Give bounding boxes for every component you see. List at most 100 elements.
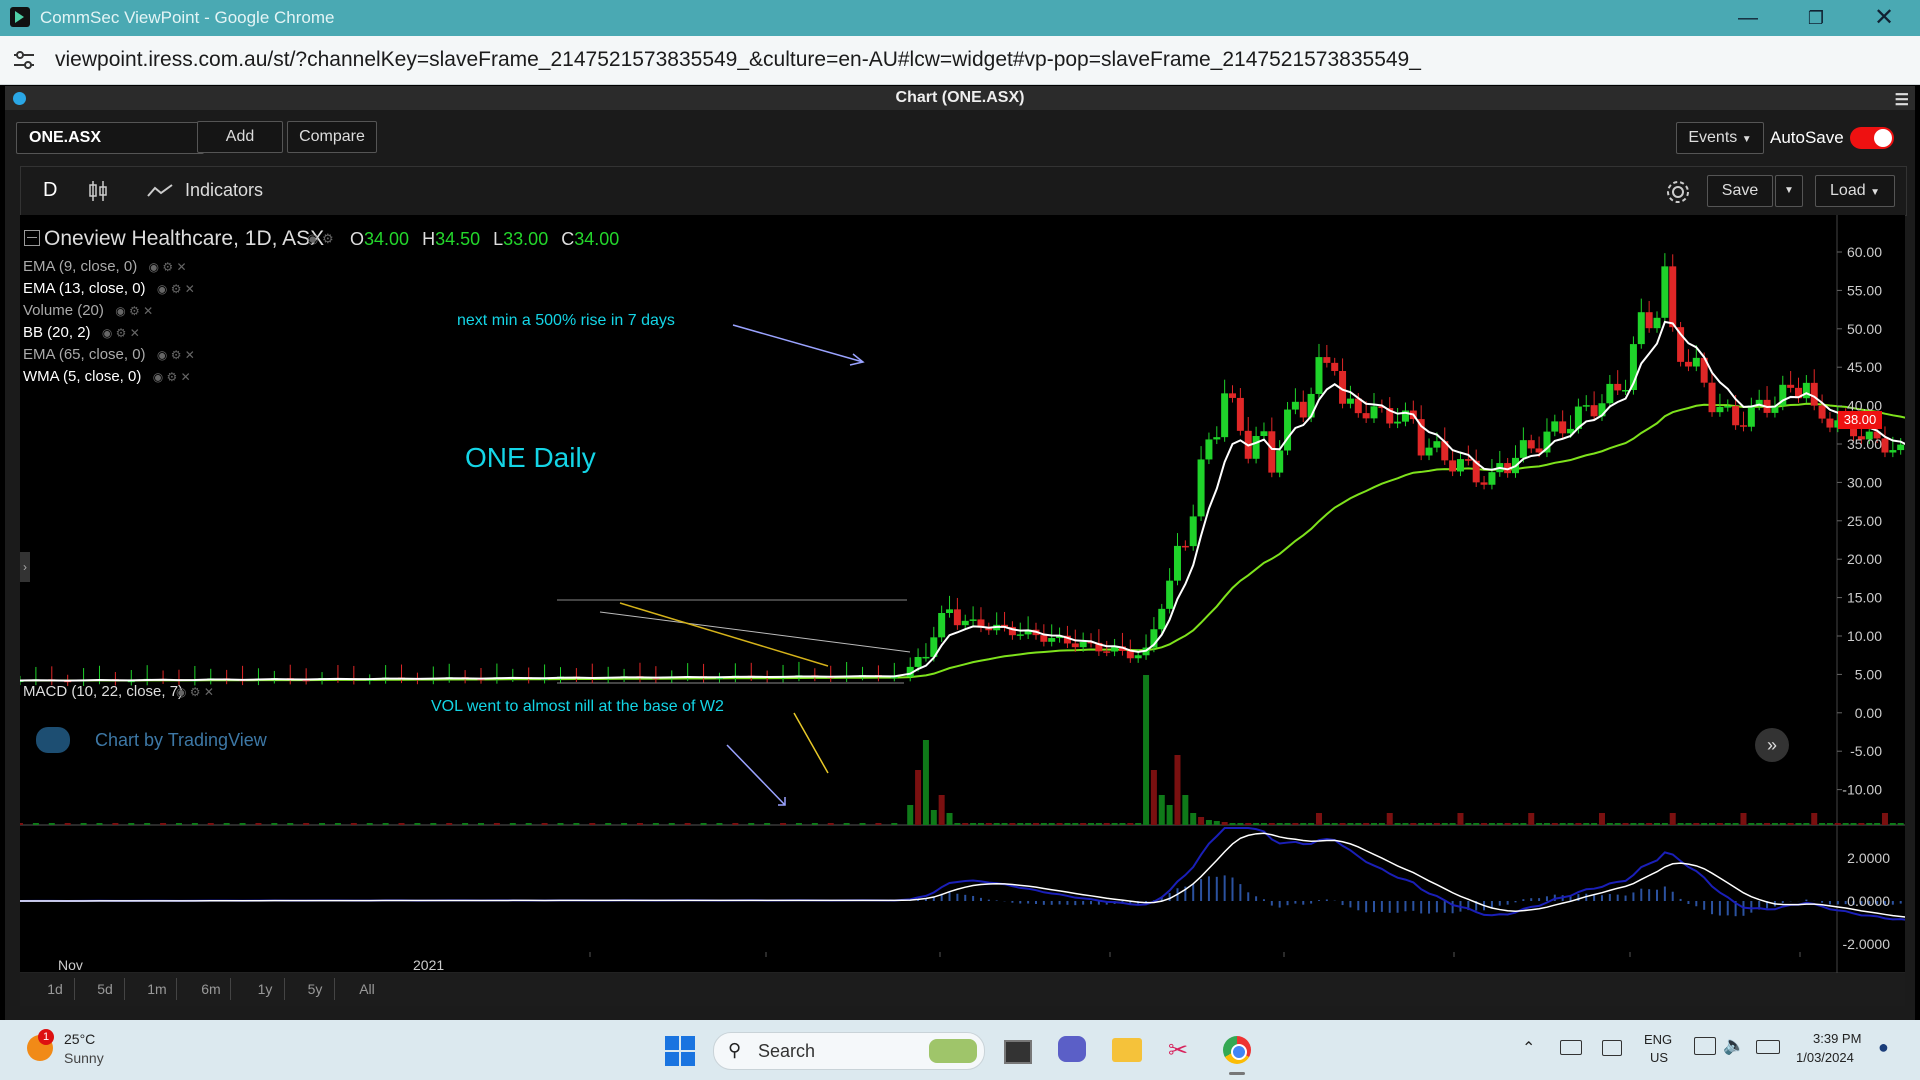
volume-bar <box>1473 823 1480 825</box>
keyboard-icon[interactable] <box>1560 1040 1582 1055</box>
chart-canvas[interactable]: 60.00 55.00 50.00 45.00 40.00 35.00 30.00 25.00… <box>20 215 1905 973</box>
volume-bar <box>1834 823 1841 825</box>
task-view-icon[interactable] <box>1004 1040 1032 1064</box>
candle-body <box>1826 418 1834 428</box>
volume-bar <box>1213 821 1220 825</box>
study-label: Volume (20) <box>23 302 104 319</box>
volume-bar <box>1504 823 1511 825</box>
app-icon <box>10 7 30 27</box>
range-button[interactable]: 1m <box>138 978 177 1000</box>
volume-bar <box>1528 813 1535 825</box>
volume-bar <box>1630 823 1637 825</box>
candle-body <box>1622 390 1630 392</box>
study-controls-icon[interactable]: ◉ ⚙ ✕ <box>112 304 153 318</box>
title-eye-icon[interactable]: ◉ ⚙ <box>307 231 334 247</box>
volume-bar <box>795 823 802 825</box>
study-row[interactable]: WMA (5, close, 0) ◉ ⚙ ✕ <box>23 368 195 390</box>
macd-axis: 2.0000 0.0000 -2.0000 <box>1843 850 1891 952</box>
study-controls-icon[interactable]: ◉ ⚙ ✕ <box>149 370 191 384</box>
interval-button[interactable]: D <box>43 179 57 202</box>
clock-time[interactable]: 3:39 PM <box>1813 1031 1861 1046</box>
volume-bar <box>382 823 389 825</box>
save-menu-chevron-icon[interactable]: ▼ <box>1775 175 1803 207</box>
candle-body <box>1802 382 1810 399</box>
volume-bar <box>1315 813 1322 825</box>
symbol-input[interactable]: ONE.ASX <box>16 122 204 154</box>
save-button[interactable]: Save <box>1707 175 1773 207</box>
range-button[interactable]: 5y <box>296 978 335 1000</box>
side-panel-toggle-icon[interactable]: › <box>20 552 30 582</box>
clock-date[interactable]: 1/03/2024 <box>1796 1050 1854 1065</box>
load-dropdown[interactable]: Load ▼ <box>1815 175 1895 207</box>
study-row[interactable]: EMA (9, close, 0) ◉ ⚙ ✕ <box>23 258 195 280</box>
candle-body <box>1268 431 1276 473</box>
url-field[interactable]: viewpoint.iress.com.au/st/?channelKey=sl… <box>55 48 1421 72</box>
lang-region[interactable]: US <box>1650 1050 1668 1065</box>
candle-body <box>1661 266 1669 318</box>
candle-body <box>961 620 969 626</box>
volume-bar <box>1009 823 1016 825</box>
price-chart-svg[interactable]: 60.0055.0050.0045.0040.0035.0030.0025.00… <box>20 215 1905 973</box>
active-app-indicator <box>1229 1072 1245 1075</box>
volume-bar <box>716 823 723 825</box>
windows-start-icon[interactable] <box>665 1036 695 1066</box>
snipping-tool-icon[interactable]: ✂ <box>1168 1036 1194 1064</box>
teams-icon[interactable] <box>1058 1036 1086 1062</box>
volume-bar <box>1143 675 1150 825</box>
indicators-icon[interactable] <box>147 183 173 199</box>
candle-body <box>1016 634 1024 636</box>
study-row[interactable]: Volume (20) ◉ ⚙ ✕ <box>23 302 195 324</box>
notification-bell-icon[interactable]: ● <box>1878 1037 1889 1058</box>
macd-label: MACD (10, 22, close, 7) <box>23 683 184 700</box>
tradingview-logo-icon <box>36 727 70 753</box>
chrome-icon[interactable] <box>1223 1036 1251 1064</box>
tablet-icon[interactable] <box>1602 1040 1622 1056</box>
study-controls-icon[interactable]: ◉ ⚙ ✕ <box>145 260 187 274</box>
study-row[interactable]: EMA (13, close, 0) ◉ ⚙ ✕ <box>23 280 195 302</box>
volume-bar <box>1308 823 1315 825</box>
add-button[interactable]: Add <box>197 121 283 153</box>
scroll-to-latest-icon[interactable]: » <box>1755 728 1789 762</box>
indicators-button[interactable]: Indicators <box>185 180 263 201</box>
network-icon[interactable] <box>1694 1037 1716 1055</box>
battery-icon[interactable] <box>1756 1040 1780 1054</box>
events-dropdown[interactable]: Events ▼ <box>1676 122 1764 154</box>
macd-controls-icon[interactable]: ◉ ⚙ ✕ <box>176 685 214 699</box>
range-button[interactable]: 6m <box>192 978 231 1000</box>
volume-bar <box>1284 823 1291 825</box>
ohlc-readout: O34.00 H34.50 L33.00 C34.00 <box>350 229 619 250</box>
restore-icon[interactable]: ❐ <box>1796 4 1836 32</box>
file-explorer-icon[interactable] <box>1112 1038 1142 1062</box>
study-controls-icon[interactable]: ◉ ⚙ ✕ <box>154 348 195 362</box>
minimize-icon[interactable]: — <box>1728 4 1768 32</box>
volume-icon[interactable]: 🔈 <box>1723 1035 1745 1056</box>
study-row[interactable]: EMA (65, close, 0) ◉ ⚙ ✕ <box>23 346 195 368</box>
candle-body <box>1881 438 1889 453</box>
taskbar-search[interactable]: ⚲ Search <box>713 1032 985 1070</box>
volume-bar <box>977 823 984 825</box>
range-button[interactable]: 1y <box>246 978 285 1000</box>
candle-body <box>946 609 954 614</box>
volume-bar <box>1693 823 1700 825</box>
volume-bar <box>573 823 580 825</box>
study-row[interactable]: BB (20, 2) ◉ ⚙ ✕ <box>23 324 195 346</box>
volume-bar <box>891 823 898 825</box>
collapse-legend-icon[interactable] <box>24 230 40 246</box>
compare-button[interactable]: Compare <box>287 121 377 153</box>
settings-gear-icon[interactable] <box>1664 178 1692 206</box>
range-button[interactable]: 5d <box>86 978 125 1000</box>
volume-bar <box>1551 823 1558 825</box>
watermark[interactable]: Chart by TradingView <box>95 730 267 751</box>
volume-bar <box>915 770 922 825</box>
range-button[interactable]: All <box>348 978 386 1000</box>
volume-bar <box>1866 823 1873 825</box>
study-controls-icon[interactable]: ◉ ⚙ ✕ <box>154 282 195 296</box>
lang-code[interactable]: ENG <box>1644 1032 1672 1047</box>
candles-icon[interactable] <box>87 179 109 203</box>
chevron-up-icon[interactable]: ⌃ <box>1522 1038 1535 1058</box>
autosave-toggle[interactable] <box>1850 127 1894 149</box>
range-button[interactable]: 1d <box>36 978 75 1000</box>
site-settings-icon[interactable] <box>10 48 38 72</box>
close-icon[interactable]: ✕ <box>1864 4 1904 32</box>
study-controls-icon[interactable]: ◉ ⚙ ✕ <box>99 326 140 340</box>
